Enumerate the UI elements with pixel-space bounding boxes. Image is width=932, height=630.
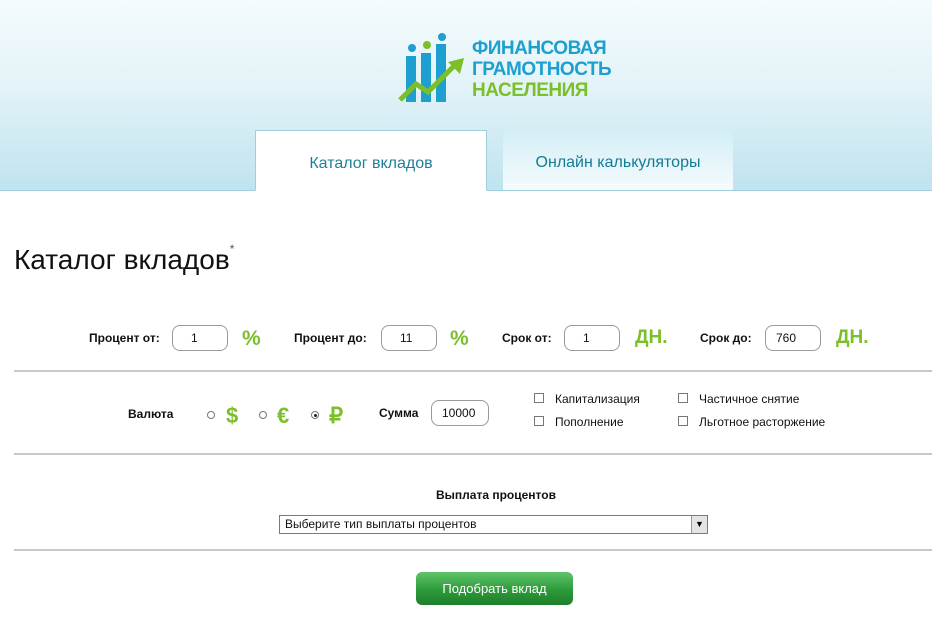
percent-to-label: Процент до: [294,331,367,345]
payout-selected-value: Выберите тип выплаты процентов [285,517,477,531]
currency-usd-radio[interactable] [207,411,215,419]
page-title-text: Каталог вкладов [14,244,230,275]
logo-line-2: ГРАМОТНОСТЬ [472,59,612,80]
chevron-down-icon[interactable]: ▼ [691,516,707,533]
percent-from-label: Процент от: [89,331,160,345]
replenishment-label: Пополнение [555,415,624,429]
early-termination-label: Льготное расторжение [699,415,826,429]
currency-label: Валюта [128,407,174,421]
tab-online-calculators[interactable]: Онлайн калькуляторы [503,130,733,190]
tab-deposit-catalog[interactable]: Каталог вкладов [255,130,487,191]
replenishment-checkbox[interactable] [534,416,544,426]
currency-eur-radio[interactable] [259,411,267,419]
euro-icon: € [277,403,290,428]
capitalization-checkbox[interactable] [534,393,544,403]
logo-line-3: НАСЕЛЕНИЯ [472,80,588,101]
payout-select[interactable]: Выберите тип выплаты процентов ▼ [279,515,708,534]
percent-to-input[interactable]: 11 [381,325,437,351]
logo-line-1: ФИНАНСОВАЯ [472,38,607,59]
term-to-unit: ДН. [836,327,869,348]
term-to-label: Срок до: [700,331,752,345]
payout-label: Выплата процентов [436,488,556,502]
amount-label: Сумма [379,406,419,420]
term-to-input[interactable]: 760 [765,325,821,351]
find-deposit-button[interactable]: Подобрать вклад [416,572,573,605]
term-from-input[interactable]: 1 [564,325,620,351]
partial-withdrawal-checkbox[interactable] [678,393,688,403]
term-from-label: Срок от: [502,331,552,345]
site-header: ФИНАНСОВАЯ ГРАМОТНОСТЬ НАСЕЛЕНИЯ Каталог… [0,0,932,191]
capitalization-label: Капитализация [555,392,640,406]
ruble-icon: ₽ [329,403,343,428]
site-logo[interactable]: ФИНАНСОВАЯ ГРАМОТНОСТЬ НАСЕЛЕНИЯ [398,32,612,106]
logo-chart-icon [398,33,464,102]
percent-from-input[interactable]: 1 [172,325,228,351]
page-title: Каталог вкладов* [14,242,235,276]
percent-to-unit: % [450,327,469,350]
footnote-mark: * [229,242,235,256]
term-from-unit: ДН. [635,327,668,348]
percent-from-unit: % [242,327,261,350]
divider-1 [14,370,932,372]
dollar-icon: $ [226,403,239,428]
logo-text: ФИНАНСОВАЯ ГРАМОТНОСТЬ НАСЕЛЕНИЯ [472,38,612,101]
divider-2 [14,453,932,455]
divider-3 [14,549,932,551]
amount-input[interactable]: 10000 [431,400,489,426]
currency-rub-radio[interactable] [311,411,319,419]
partial-withdrawal-label: Частичное снятие [699,392,800,406]
early-termination-checkbox[interactable] [678,416,688,426]
